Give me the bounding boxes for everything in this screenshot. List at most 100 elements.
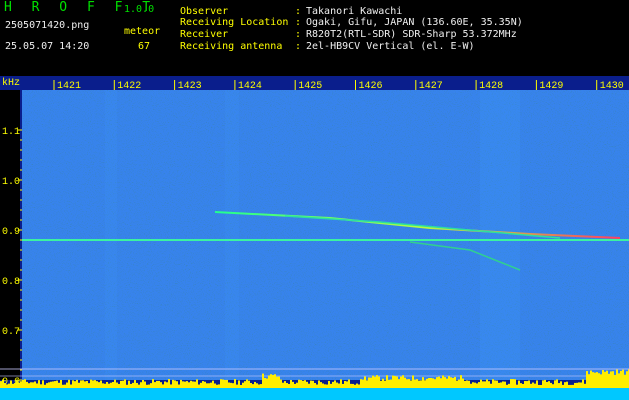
level-bar [94, 380, 96, 388]
level-bar [338, 383, 340, 388]
level-bar [330, 383, 332, 388]
level-bar [204, 381, 206, 388]
level-bar [20, 381, 22, 388]
freq-tick-label: 1.0 [2, 177, 20, 188]
freq-tick-label: 0.9 [2, 227, 20, 238]
level-bar [214, 383, 216, 388]
level-bar [150, 383, 152, 388]
level-bar [566, 381, 568, 388]
level-bar [502, 381, 504, 388]
level-bar [206, 383, 208, 388]
spectrogram: kHz 1421 1422 1423 1424 1425 1426 1427 1428 1429… [0, 76, 629, 400]
level-bar [140, 382, 142, 388]
level-bar [124, 379, 126, 388]
location-label: Receiving Location [180, 17, 289, 28]
level-bar [202, 381, 204, 388]
level-bar [320, 382, 322, 388]
level-bar [174, 380, 176, 388]
level-bar [376, 375, 378, 388]
level-bar [462, 378, 464, 388]
level-bar [66, 382, 68, 388]
level-bar [516, 384, 518, 388]
level-bar [92, 380, 94, 388]
level-bar [314, 382, 316, 388]
level-bar [312, 380, 314, 388]
level-bar [130, 383, 132, 388]
level-bar [252, 384, 254, 388]
level-bar [196, 379, 198, 388]
level-bar [250, 382, 252, 388]
level-bar [612, 371, 614, 388]
level-bar [102, 383, 104, 388]
level-bar [616, 369, 618, 388]
level-bar [350, 383, 352, 388]
level-bar [544, 379, 546, 388]
level-bar [588, 374, 590, 388]
level-bar [82, 380, 84, 388]
location-sep: : [295, 17, 302, 28]
level-bar [466, 380, 468, 388]
time-tick-label: 1427 [419, 81, 443, 92]
level-bar [100, 380, 102, 388]
freq-tick-label: 0.8 [2, 277, 20, 288]
level-bar [284, 381, 286, 388]
level-bar [244, 381, 246, 388]
level-bar [452, 377, 454, 388]
time-tick-label: 1423 [178, 81, 202, 92]
level-bar [182, 381, 184, 388]
level-bar [474, 382, 476, 388]
level-bar [200, 382, 202, 388]
level-bar [604, 371, 606, 388]
level-bar [316, 384, 318, 388]
time-tick-label: 1422 [117, 81, 141, 92]
level-bar [86, 380, 88, 388]
level-bar [136, 382, 138, 388]
level-bar [144, 381, 146, 388]
level-bar [156, 380, 158, 388]
level-bar [260, 384, 262, 388]
level-bar [610, 371, 612, 388]
time-tick-label: 1426 [359, 81, 383, 92]
level-bar [406, 379, 408, 388]
level-bar [380, 380, 382, 388]
level-bar [426, 378, 428, 388]
level-bar [518, 380, 520, 388]
level-bar [70, 384, 72, 388]
level-bar [126, 384, 128, 388]
antenna-sep: : [295, 41, 302, 52]
level-bar [62, 384, 64, 388]
level-bar [254, 381, 256, 388]
level-bar [328, 380, 330, 388]
level-bar [500, 382, 502, 388]
level-bar [242, 382, 244, 388]
location-value: Ogaki, Gifu, JAPAN (136.60E, 35.35N) [306, 17, 523, 28]
level-bar [296, 382, 298, 388]
level-bar [510, 379, 512, 388]
level-bar [72, 380, 74, 388]
level-bar [332, 381, 334, 388]
level-bar [534, 383, 536, 388]
level-bar [228, 382, 230, 388]
level-bar [304, 380, 306, 388]
level-bar [46, 383, 48, 388]
level-bar [34, 381, 36, 388]
level-bar [422, 377, 424, 388]
level-bar [26, 381, 28, 388]
level-bar [132, 382, 134, 388]
level-bar [480, 379, 482, 388]
level-bar [324, 384, 326, 388]
level-bar [128, 380, 130, 388]
level-bar [598, 373, 600, 388]
level-bar [522, 383, 524, 388]
level-bar [354, 384, 356, 388]
level-bar [404, 377, 406, 388]
level-bar [84, 381, 86, 388]
level-bar [104, 383, 106, 388]
level-bar [24, 379, 26, 388]
level-bar [186, 381, 188, 388]
level-bar [346, 381, 348, 388]
level-bar [602, 370, 604, 388]
level-bar [412, 375, 414, 388]
capture-datetime: 25.05.07 14:20 [5, 41, 90, 52]
level-bar [374, 376, 376, 388]
